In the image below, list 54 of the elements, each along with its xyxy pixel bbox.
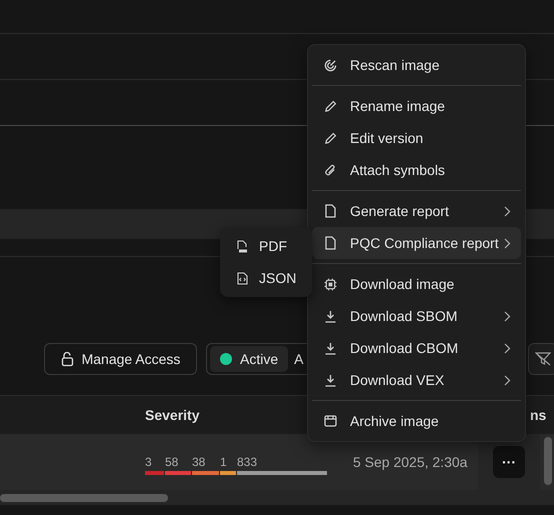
submenu-item[interactable]: JSON <box>220 262 312 294</box>
paperclip-icon <box>324 164 337 176</box>
menu-item[interactable]: Generate report <box>312 195 521 227</box>
file-icon <box>324 236 337 250</box>
column-header: Severity <box>145 407 200 423</box>
menu-item-label: Download SBOM <box>350 308 458 324</box>
menu-item-label: Download CBOM <box>350 340 458 356</box>
menu-item[interactable]: PQC Compliance report <box>312 227 521 259</box>
severity-count: 58 <box>165 455 180 469</box>
download-icon <box>324 310 337 322</box>
manage-access-button[interactable]: Manage Access <box>44 343 197 375</box>
menu-item-label: Rename image <box>350 98 445 114</box>
archive-icon <box>324 415 337 427</box>
pdf-file-icon <box>237 240 248 252</box>
menu-item-label: Attach symbols <box>350 162 445 178</box>
horizontal-scrollbar[interactable] <box>0 494 168 502</box>
menu-item-label: Archive image <box>350 413 439 429</box>
menu-item-label: Generate report <box>350 203 449 219</box>
radar-icon <box>324 58 337 72</box>
severity-count: 38 <box>192 455 206 469</box>
file-icon <box>324 204 337 218</box>
menu-item-label: PQC Compliance report <box>350 235 499 251</box>
severity-count: 3 <box>145 455 153 469</box>
menu-item[interactable]: Attach symbols <box>312 154 521 186</box>
status-option[interactable]: Active <box>210 346 288 372</box>
menu-item[interactable]: Download VEX <box>312 364 521 396</box>
more-button[interactable]: ··· <box>493 446 525 478</box>
pencil-icon <box>324 100 337 112</box>
menu-item[interactable]: Rename image <box>312 90 521 122</box>
menu-item-label: Download image <box>350 276 454 292</box>
menu-item[interactable]: Download CBOM <box>312 332 521 364</box>
menu-item-label: Download VEX <box>350 372 444 388</box>
download-icon <box>324 342 337 354</box>
download-icon <box>324 374 337 386</box>
unlock-icon <box>60 351 75 367</box>
menu-item[interactable]: Download SBOM <box>312 300 521 332</box>
menu-item-label: Edit version <box>350 130 424 146</box>
menu-item[interactable]: Edit version <box>312 122 521 154</box>
severity-count: 1 <box>220 455 228 469</box>
severity-count: 833 <box>237 455 258 469</box>
code-file-icon <box>237 272 248 284</box>
filter-off-icon <box>535 352 551 366</box>
menu-item[interactable]: Rescan image <box>312 49 521 81</box>
clear-filter-button[interactable] <box>528 343 554 375</box>
menu-item[interactable]: Download image <box>312 268 521 300</box>
menu-item[interactable]: Archive image <box>312 405 521 437</box>
chip-icon <box>324 278 337 290</box>
vertical-scrollbar[interactable] <box>544 437 552 485</box>
status-option[interactable]: A <box>288 346 310 372</box>
submenu-item[interactable]: PDF <box>220 230 312 262</box>
date-cell: 5 Sep 2025, 2:30a <box>353 454 468 470</box>
pencil-icon <box>324 132 337 144</box>
column-header: ns <box>530 407 546 423</box>
menu-item-label: Rescan image <box>350 57 440 73</box>
